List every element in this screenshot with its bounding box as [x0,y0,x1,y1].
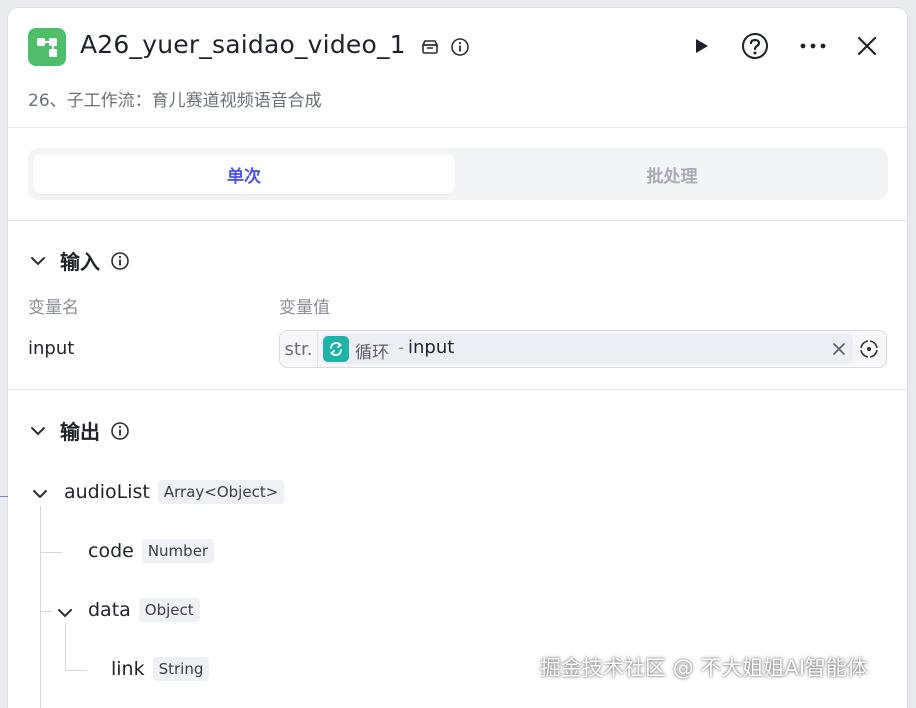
output-field-link: link String [111,657,210,681]
mode-tabs: 单次 批处理 [28,148,888,200]
reference-node-name: 循环 [355,343,389,363]
reference-separator: - [398,338,405,358]
tree-connector [40,552,62,553]
tab-single[interactable]: 单次 [33,154,455,194]
field-name: link [111,658,145,680]
target-icon[interactable] [859,339,879,359]
variable-value-field[interactable]: str. 循环 - input [279,330,887,368]
canvas-edge-line [0,496,8,497]
info-icon[interactable] [110,421,130,441]
output-section-title: 输出 [60,420,100,444]
chevron-down-icon[interactable] [28,421,48,441]
field-type-badge: Object [138,598,200,622]
clear-icon[interactable] [833,339,845,359]
field-type-badge: Array<Object> [157,480,285,504]
header-divider [8,127,907,128]
type-prefix[interactable]: str. [280,331,318,367]
workflow-icon [28,28,66,66]
variable-name: input [28,338,75,359]
reference-chip[interactable]: 循环 - input [321,334,853,364]
output-field-audiolist: audioList Array<Object> [64,480,285,504]
field-type-badge: String [152,657,210,681]
input-divider [8,389,907,390]
output-field-code: code Number [88,539,215,563]
node-config-panel: A26_yuer_saidao_video_1 26、子工作流：育儿赛道视频语音… [8,8,907,708]
field-type-badge: Number [141,539,215,563]
tree-connector [40,506,41,708]
tree-connector [65,623,66,671]
tab-batch[interactable]: 批处理 [461,154,883,194]
column-label-name: 变量名 [28,298,79,318]
output-section-header[interactable]: 输出 [28,416,130,445]
more-icon[interactable] [799,42,827,50]
tree-connector [65,670,87,671]
info-icon[interactable] [110,251,130,271]
chevron-down-icon[interactable] [28,251,48,271]
field-name: audioList [64,481,150,503]
chevron-down-icon[interactable] [30,484,50,504]
reference-variable: input [408,337,455,358]
tree-connector [40,611,52,612]
store-icon[interactable] [420,37,440,57]
node-title: A26_yuer_saidao_video_1 [80,30,406,59]
help-icon[interactable] [741,32,769,60]
loop-icon [323,336,349,362]
run-icon[interactable] [691,36,711,56]
field-name: code [88,540,134,562]
field-name: data [88,599,131,621]
column-label-value: 变量值 [279,298,330,318]
input-section-header[interactable]: 输入 [28,246,130,275]
watermark: 掘金技术社区 @ 不大姐姐AI智能体 [540,656,868,680]
close-icon[interactable] [857,36,877,56]
output-field-data: data Object [88,598,200,622]
info-icon[interactable] [450,37,470,57]
input-section-title: 输入 [60,250,100,274]
tabs-divider [8,220,907,221]
node-description: 26、子工作流：育儿赛道视频语音合成 [28,91,322,111]
chevron-down-icon[interactable] [55,603,75,623]
